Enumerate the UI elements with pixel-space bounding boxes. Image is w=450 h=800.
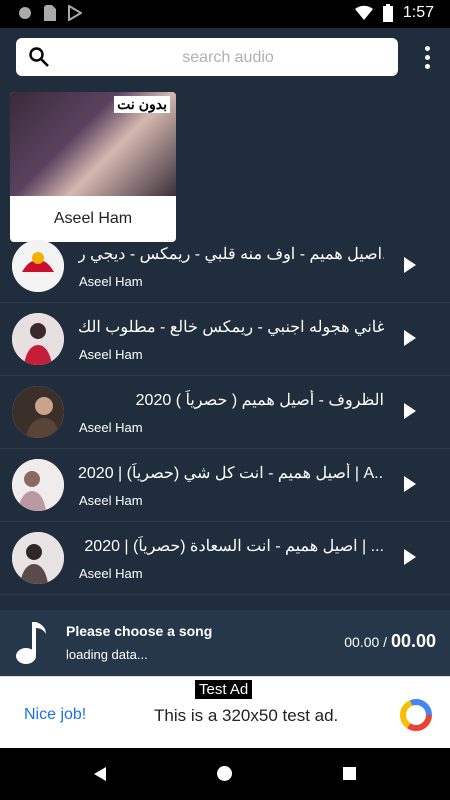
track-title: اصيل هميم - انت السعادة (حصرياً) | 2020 …: [84, 538, 384, 555]
play-icon[interactable]: [404, 549, 416, 565]
track-row[interactable]: اصيل هميم - اوف منه قلبي - ريمكس - ديجي …: [0, 230, 450, 303]
featured-title: Aseel Ham: [53, 210, 133, 227]
featured-tag: بدون نت: [114, 96, 170, 113]
ad-cta[interactable]: Nice job!: [24, 706, 86, 724]
now-playing-title: Please choose a song: [66, 623, 213, 639]
music-note-icon: [16, 622, 46, 664]
ad-logo-icon: [400, 699, 432, 731]
track-title: أصيل هميم - انت كل شي (حصرياً) | 2020 | …: [78, 465, 384, 482]
track-artist: Aseel Ham: [79, 493, 143, 508]
ad-text: This is a 320x50 test ad.: [154, 706, 339, 725]
track-avatar: [12, 459, 64, 511]
ad-label: Test Ad: [195, 680, 253, 699]
track-artist: Aseel Ham: [79, 420, 143, 435]
track-avatar: [12, 532, 64, 584]
playback-time: 00.00 / 00.00: [344, 631, 436, 652]
track-list: اصيل هميم - اوف منه قلبي - ريمكس - ديجي …: [0, 230, 450, 595]
track-artist: Aseel Ham: [79, 274, 143, 289]
featured-card[interactable]: بدون نت Aseel Ham: [10, 92, 176, 242]
track-row[interactable]: اصيل هميم - انت السعادة (حصرياً) | 2020 …: [0, 522, 450, 595]
wifi-icon: [354, 5, 373, 21]
battery-icon: [382, 4, 393, 22]
search-input[interactable]: [66, 38, 390, 78]
recent-apps-icon[interactable]: [343, 767, 356, 780]
notification-dot-icon: [19, 7, 31, 19]
track-row[interactable]: اغاني هجوله اجنبي - ريمكس خالع - مطلوب ا…: [0, 303, 450, 376]
time-separator: /: [383, 634, 388, 650]
play-icon[interactable]: [404, 403, 416, 419]
track-row[interactable]: الظروف - أصيل هميم ( حصرياً ) 2020 Aseel…: [0, 376, 450, 449]
status-time: 1:57: [402, 4, 434, 21]
search-icon[interactable]: [28, 46, 50, 68]
search-bar[interactable]: [16, 38, 398, 78]
track-avatar: [12, 313, 64, 365]
total-time: 00.00: [390, 631, 436, 651]
now-playing-status: loading data...: [66, 647, 148, 662]
play-icon[interactable]: [404, 257, 416, 273]
ad-banner[interactable]: Test Ad Nice job! This is a 320x50 test …: [0, 676, 450, 749]
track-artist: Aseel Ham: [79, 566, 143, 581]
home-icon[interactable]: [217, 766, 232, 781]
sd-card-icon: [44, 5, 56, 21]
track-artist: Aseel Ham: [79, 347, 143, 362]
track-title: اغاني هجوله اجنبي - ريمكس خالع - مطلوب ا…: [78, 319, 384, 336]
track-title: الظروف - أصيل هميم ( حصرياً ) 2020: [135, 392, 384, 409]
play-icon[interactable]: [404, 330, 416, 346]
status-bar: 1:57: [0, 0, 450, 28]
track-avatar: [12, 240, 64, 292]
more-options-icon[interactable]: [424, 46, 432, 70]
track-row[interactable]: أصيل هميم - انت كل شي (حصرياً) | 2020 | …: [0, 449, 450, 522]
current-time: 00.00: [344, 634, 380, 650]
track-avatar: [12, 386, 64, 438]
back-icon[interactable]: [94, 767, 106, 781]
track-title: اصيل هميم - اوف منه قلبي - ريمكس - ديجي …: [78, 246, 384, 263]
player-bar[interactable]: Please choose a song loading data... 00.…: [0, 610, 450, 676]
play-store-icon: [68, 5, 82, 21]
play-icon[interactable]: [404, 476, 416, 492]
system-nav-bar: [0, 748, 450, 800]
